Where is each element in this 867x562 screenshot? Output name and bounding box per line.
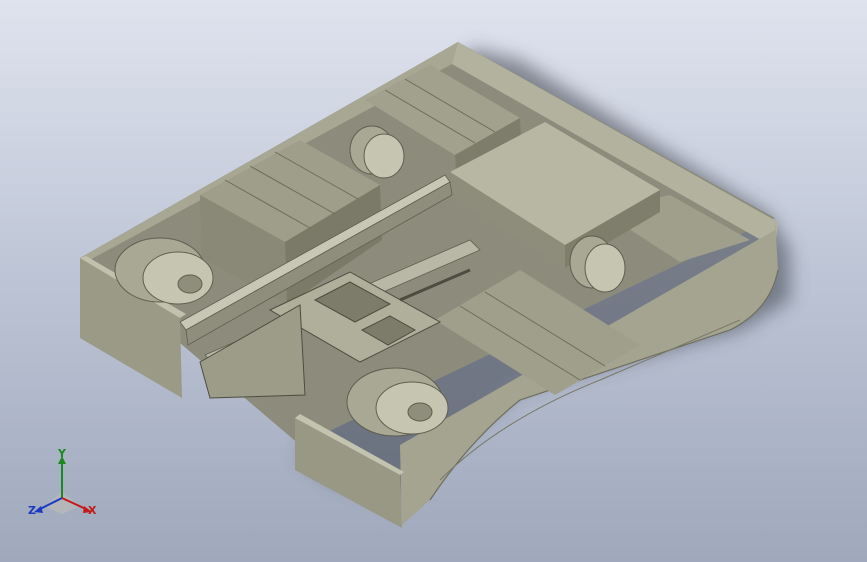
- chassis-model[interactable]: [0, 0, 867, 562]
- graphics-viewport[interactable]: Y X Z: [0, 0, 867, 562]
- triad-x-label: X: [88, 504, 97, 517]
- reference-triad[interactable]: Y X Z: [26, 448, 106, 524]
- triad-y-label: Y: [58, 447, 66, 460]
- triad-z-label: Z: [28, 504, 36, 517]
